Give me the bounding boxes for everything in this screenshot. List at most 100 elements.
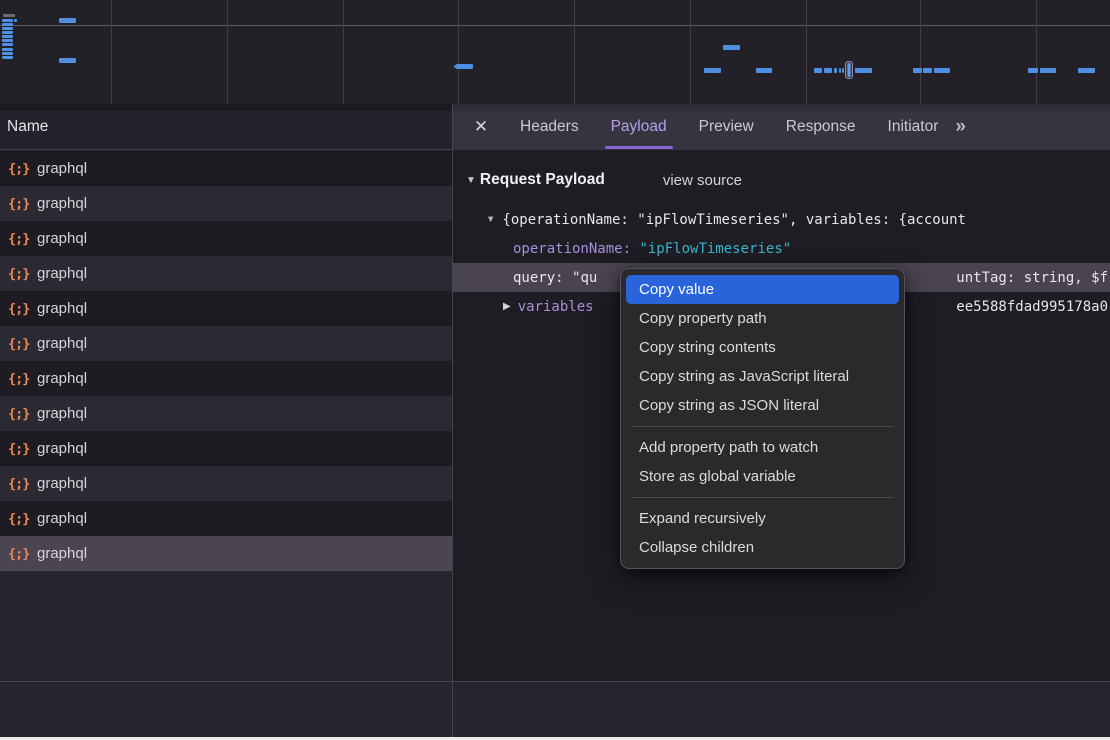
- overview-vertical-gridline: [111, 0, 112, 104]
- property-value-clipped-right: ee5588fdad995178a0: [956, 292, 1108, 321]
- request-row[interactable]: {;} graphql: [0, 396, 452, 431]
- menu-separator: [631, 497, 894, 498]
- json-braces-icon: {;}: [8, 406, 30, 422]
- request-name: graphql: [37, 160, 87, 177]
- property-value-clipped-right: untTag: string, $f: [956, 263, 1108, 292]
- name-column-header[interactable]: Name: [0, 104, 452, 150]
- section-title: Request Payload: [480, 171, 605, 189]
- close-icon[interactable]: ✕: [471, 117, 491, 137]
- collapse-icon[interactable]: ▼: [486, 214, 495, 225]
- request-row[interactable]: {;}graphql: [0, 186, 452, 221]
- request-rows: {;} graphql {;} graphql {;} graphql {;} graphql…: [0, 151, 452, 737]
- json-braces-icon: {;}: [8, 161, 30, 177]
- request-name: graphql: [37, 405, 87, 422]
- request-name: graphql: [37, 510, 87, 527]
- network-overview-bar: [824, 68, 832, 73]
- menu-item-expand-recursively[interactable]: Expand recursively: [626, 504, 899, 533]
- network-overview-bar: [723, 45, 740, 50]
- property-key: query:: [513, 270, 564, 286]
- menu-item-store-as-global-variable[interactable]: Store as global variable: [626, 462, 899, 491]
- request-row[interactable]: {;}graphql: [0, 466, 452, 501]
- detail-tab-bar: ✕ Headers Payload Preview Response Initiator…: [453, 104, 1110, 150]
- network-overview-bar: [756, 68, 772, 73]
- tab-initiator[interactable]: Initiator: [885, 104, 942, 150]
- menu-item-collapse-children[interactable]: Collapse children: [626, 533, 899, 562]
- request-row[interactable]: {;} graphql: [0, 221, 452, 256]
- network-overview-bar: [2, 19, 13, 22]
- request-row[interactable]: {;}graphql: [0, 501, 452, 536]
- network-overview-bar: [1040, 68, 1056, 73]
- overview-vertical-gridline: [920, 0, 921, 104]
- json-braces-icon: {;}: [8, 371, 30, 387]
- request-payload-section-header[interactable]: ▼ Request Payload view source: [453, 166, 1110, 194]
- json-braces-icon: {;}: [8, 441, 30, 457]
- expand-icon[interactable]: ▶: [503, 301, 511, 312]
- tab-response[interactable]: Response: [783, 104, 859, 150]
- request-row[interactable]: {;} graphql: [0, 151, 452, 186]
- network-overview-bar: [1028, 68, 1038, 73]
- network-overview-bar: [59, 18, 76, 23]
- request-row[interactable]: {;}graphql: [0, 256, 452, 291]
- context-menu: Copy valueCopy property pathCopy string …: [620, 268, 905, 569]
- section-collapse-icon[interactable]: ▼: [466, 175, 476, 186]
- request-name: graphql: [37, 300, 87, 317]
- network-overview-bar: [814, 68, 822, 73]
- network-overview-timeline[interactable]: [0, 0, 1110, 104]
- name-column-label: Name: [7, 118, 48, 136]
- network-overview-bar: [3, 14, 15, 17]
- request-name: graphql: [37, 230, 87, 247]
- network-overview-bar: [923, 68, 932, 73]
- network-overview-bar: [913, 68, 922, 73]
- tree-row-summary[interactable]: ▼ {operationName: "ipFlowTimeseries", va…: [453, 205, 1110, 234]
- more-tabs-icon[interactable]: »: [955, 116, 964, 138]
- network-overview-bar: [2, 56, 13, 59]
- request-row[interactable]: {;} graphql: [0, 431, 452, 466]
- request-row[interactable]: {;} graphql: [0, 361, 452, 396]
- network-overview-bar: [842, 68, 844, 73]
- tree-row-operation-name[interactable]: operationName: "ipFlowTimeseries": [453, 234, 1110, 263]
- request-name: graphql: [37, 440, 87, 457]
- network-overview-bar: [834, 68, 837, 73]
- network-overview-bar: [59, 58, 76, 63]
- network-overview-bar: [2, 43, 13, 46]
- menu-item-copy-value[interactable]: Copy value: [626, 275, 899, 304]
- network-overview-bar: [2, 35, 13, 38]
- devtools-network-panel: Name {;}graphql{;}graphql{;}graphql{;}gr…: [0, 0, 1110, 740]
- menu-item-add-property-path-to-watch[interactable]: Add property path to watch: [626, 433, 899, 462]
- overview-vertical-gridline: [458, 0, 459, 104]
- property-value-start: "qu: [572, 270, 597, 286]
- tab-payload[interactable]: Payload: [608, 104, 670, 150]
- json-braces-icon: {;}: [8, 546, 30, 562]
- property-key: operationName:: [513, 241, 631, 257]
- json-braces-icon: {;}: [8, 266, 30, 282]
- request-name: graphql: [37, 370, 87, 387]
- panel-divider[interactable]: [452, 104, 453, 737]
- request-name: graphql: [37, 545, 87, 562]
- menu-item-copy-string-as-javascript-literal[interactable]: Copy string as JavaScript literal: [626, 362, 899, 391]
- overview-horizontal-gridline: [0, 25, 1110, 26]
- request-row[interactable]: {;}graphql: [0, 326, 452, 361]
- request-row[interactable]: {;} graphql: [0, 536, 452, 571]
- request-row[interactable]: {;} graphql: [0, 291, 452, 326]
- menu-item-copy-string-contents[interactable]: Copy string contents: [626, 333, 899, 362]
- view-source-link[interactable]: view source: [663, 172, 742, 189]
- json-braces-icon: {;}: [8, 196, 30, 212]
- overview-vertical-gridline: [1036, 0, 1037, 104]
- tab-headers[interactable]: Headers: [517, 104, 582, 150]
- json-braces-icon: {;}: [8, 301, 30, 317]
- request-list-panel: Name {;}graphql{;}graphql{;}graphql{;}gr…: [0, 104, 452, 737]
- network-overview-bar: [2, 27, 13, 30]
- network-overview-bar: [14, 19, 17, 22]
- detail-tabs: Headers Payload Preview Response Initiator: [517, 104, 941, 150]
- overview-vertical-gridline: [343, 0, 344, 104]
- overview-vertical-gridline: [574, 0, 575, 104]
- tab-preview[interactable]: Preview: [696, 104, 757, 150]
- menu-item-copy-property-path[interactable]: Copy property path: [626, 304, 899, 333]
- network-overview-bar: [2, 23, 13, 26]
- network-overview-bar: [1078, 68, 1095, 73]
- network-overview-bar: [934, 68, 950, 73]
- summary-bar: [0, 681, 1110, 737]
- json-braces-icon: {;}: [8, 231, 30, 247]
- menu-item-copy-string-as-json-literal[interactable]: Copy string as JSON literal: [626, 391, 899, 420]
- network-overview-bar: [2, 52, 13, 55]
